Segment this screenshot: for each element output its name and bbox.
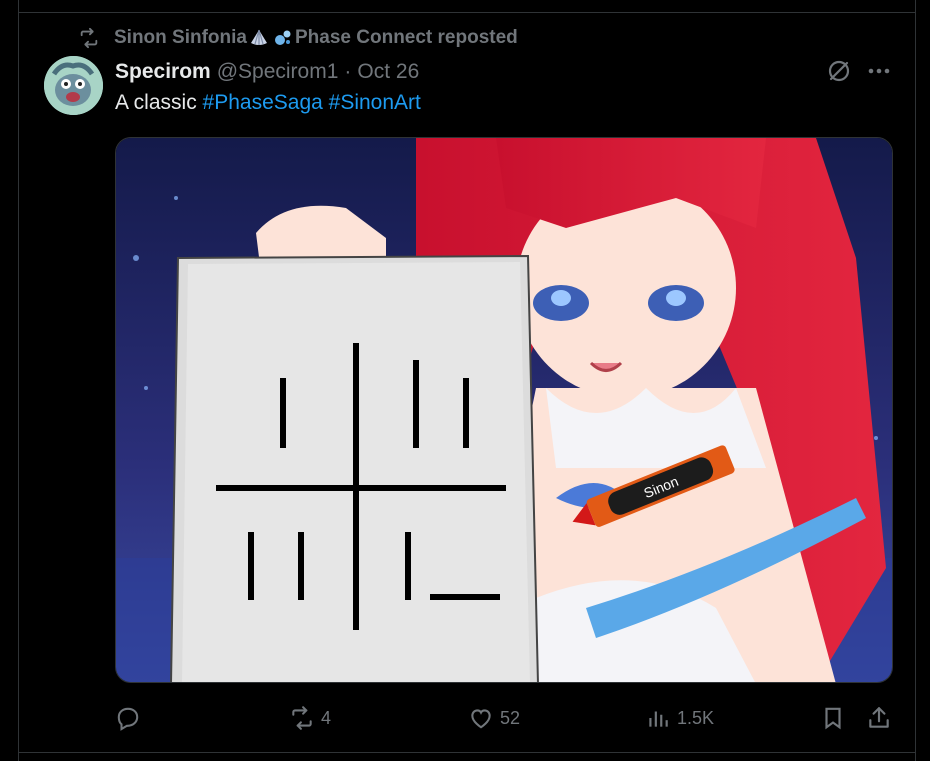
reply-icon [117, 707, 139, 731]
reposter-name[interactable]: Sinon Sinfonia [114, 27, 247, 49]
grok-icon[interactable] [826, 58, 852, 84]
repost-suffix: Phase Connect reposted [295, 27, 518, 48]
like-icon [471, 709, 491, 729]
views-count: 1.5K [677, 707, 715, 728]
repost-icon [80, 27, 98, 49]
tweet-media[interactable]: Sinon [115, 137, 893, 683]
bubbles-emoji-icon [275, 30, 291, 45]
share-icon [869, 707, 889, 728]
repost-context[interactable]: Sinon Sinfonia Phase Connect reposted [78, 26, 518, 50]
divider-bottom [18, 752, 916, 753]
views-button[interactable]: 1.5K [645, 700, 714, 736]
views-icon [649, 711, 668, 727]
hashtag-sinonart[interactable]: #SinonArt [329, 91, 421, 114]
action-bar: 4 52 1.5K [0, 700, 930, 736]
reply-button[interactable] [115, 700, 147, 736]
separator-dot: · [344, 60, 352, 83]
author-name[interactable]: Specirom [115, 60, 211, 84]
avatar-image [44, 56, 103, 115]
repost-button[interactable]: 4 [289, 700, 331, 736]
tweet-text: A classic #PhaseSaga #SinonArt [115, 91, 421, 115]
media-illustration: Sinon [116, 138, 892, 682]
tweet-header: Specirom @Specirom1 · Oct 26 [115, 58, 419, 86]
repost-count: 4 [321, 707, 332, 728]
divider-top [18, 12, 916, 13]
shell-emoji-icon [251, 29, 267, 45]
more-icon[interactable] [866, 60, 892, 82]
avatar[interactable] [44, 56, 103, 115]
tweet-date[interactable]: Oct 26 [357, 60, 419, 84]
repost-action-icon [292, 706, 312, 730]
bookmark-button[interactable] [820, 700, 846, 736]
author-handle[interactable]: @Specirom1 [217, 60, 339, 84]
hashtag-phasesaga[interactable]: #PhaseSaga [203, 91, 323, 114]
like-count: 52 [500, 707, 521, 728]
share-button[interactable] [866, 700, 892, 736]
bookmark-icon [825, 707, 841, 730]
like-button[interactable]: 52 [468, 700, 520, 736]
tweet-text-plain: A classic [115, 91, 203, 114]
